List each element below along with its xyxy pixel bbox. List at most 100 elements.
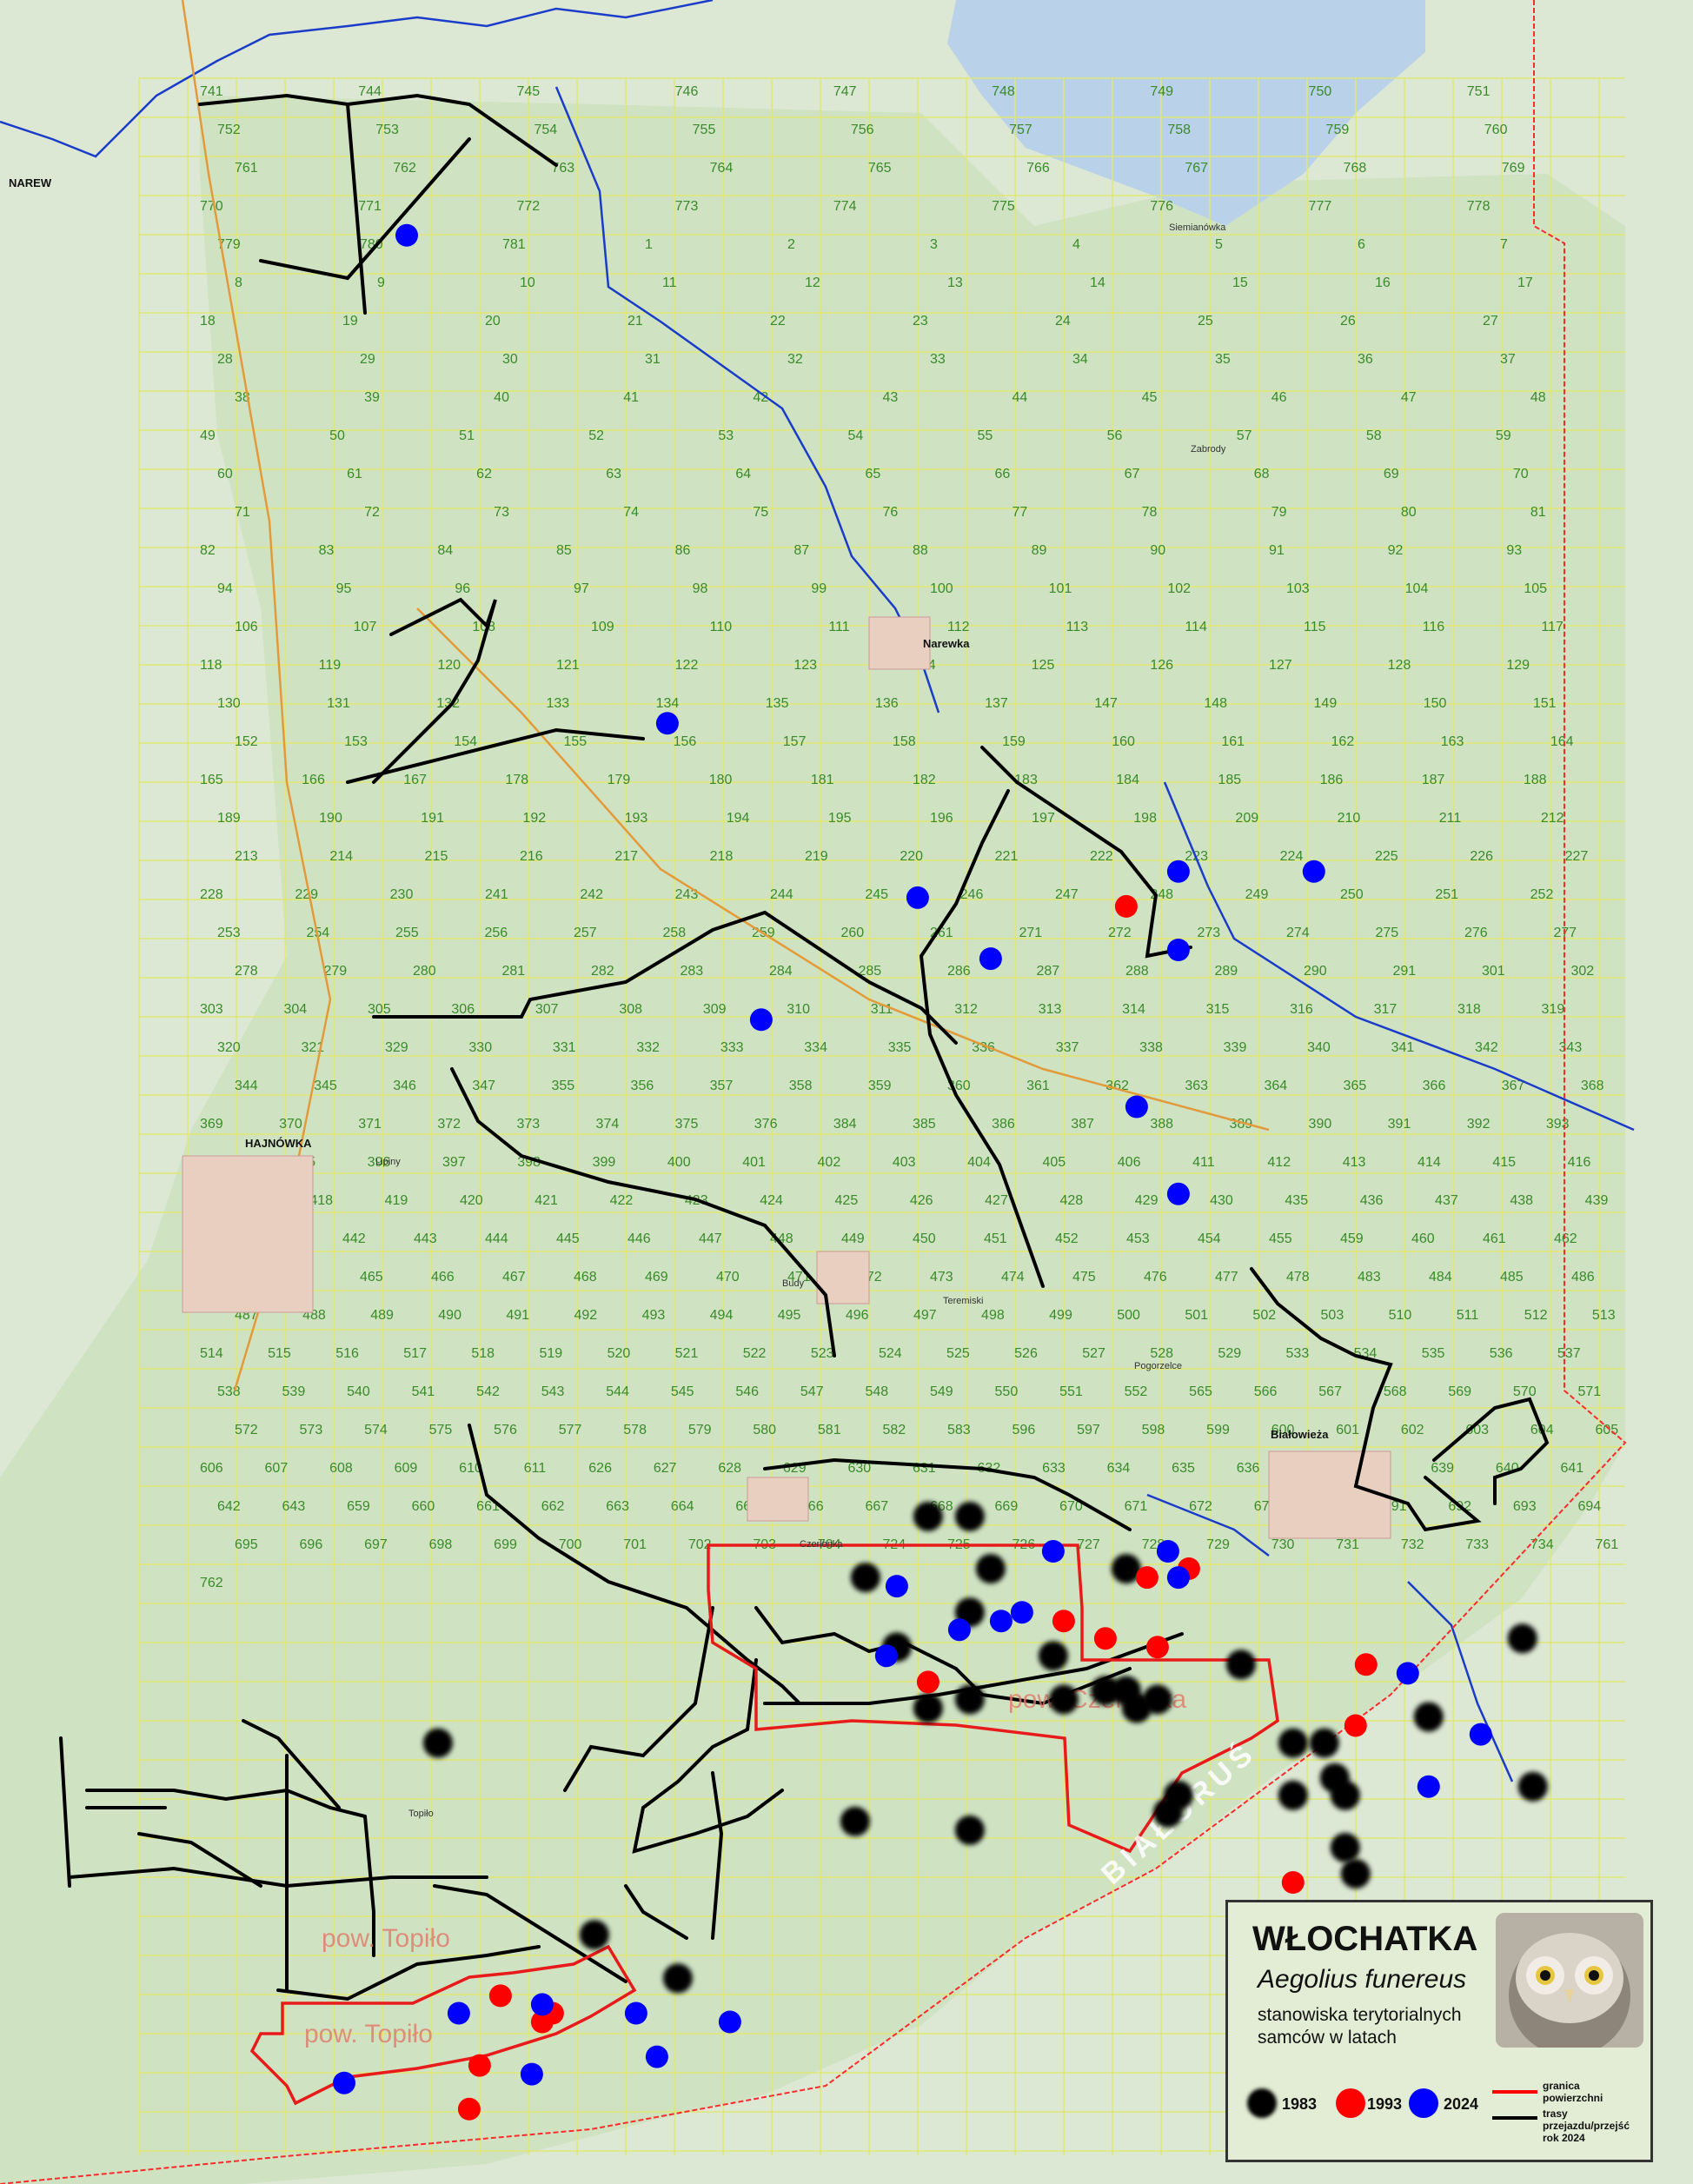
record-point-1983 xyxy=(1330,1832,1360,1862)
compartment-number: 245 xyxy=(865,887,888,902)
compartment-number: 752 xyxy=(217,123,241,137)
record-point-2024 xyxy=(874,1644,898,1668)
compartment-number: 312 xyxy=(954,1002,978,1017)
compartment-number: 764 xyxy=(710,161,734,176)
compartment-number: 667 xyxy=(865,1499,888,1514)
compartment-number: 511 xyxy=(1457,1308,1479,1323)
compartment-number: 474 xyxy=(1001,1270,1025,1285)
compartment-number: 628 xyxy=(718,1461,741,1476)
compartment-number: 97 xyxy=(574,581,589,596)
compartment-number: 366 xyxy=(1423,1079,1446,1093)
compartment-number: 347 xyxy=(472,1079,495,1093)
compartment-number: 134 xyxy=(656,696,680,711)
compartment-number: 197 xyxy=(1032,811,1055,826)
compartment-number: 158 xyxy=(893,734,916,749)
compartment-number: 470 xyxy=(716,1270,740,1285)
compartment-number: 546 xyxy=(735,1384,759,1399)
record-point-1993 xyxy=(1114,894,1138,918)
record-point-2024 xyxy=(749,1008,773,1032)
compartment-number: 249 xyxy=(1245,887,1269,902)
compartment-number: 341 xyxy=(1391,1040,1415,1055)
compartment-number: 494 xyxy=(710,1308,734,1323)
compartment-number: 96 xyxy=(455,581,470,596)
compartment-number: 35 xyxy=(1215,352,1231,367)
compartment-number: 605 xyxy=(1595,1423,1618,1437)
compartment-number: 255 xyxy=(395,926,419,940)
compartment-number: 346 xyxy=(393,1079,416,1093)
compartment-number: 662 xyxy=(541,1499,565,1514)
compartment-number: 95 xyxy=(336,581,352,596)
compartment-number: 453 xyxy=(1126,1231,1150,1246)
compartment-number: 385 xyxy=(913,1117,936,1132)
compartment-number: 112 xyxy=(947,620,970,634)
record-point-1993 xyxy=(1052,1610,1075,1633)
compartment-number: 216 xyxy=(520,849,543,864)
compartment-number: 250 xyxy=(1340,887,1364,902)
compartment-number: 272 xyxy=(1108,926,1132,940)
compartment-number: 147 xyxy=(1094,696,1118,711)
place-label: Pogorzelce xyxy=(1134,1361,1182,1371)
compartment-number: 3 xyxy=(930,237,938,252)
legend-route-label: trasy przejazdu/przejść rok 2024 xyxy=(1543,2108,1630,2144)
compartment-number: 19 xyxy=(342,314,358,329)
record-point-1983 xyxy=(1517,1771,1548,1802)
compartment-number: 121 xyxy=(556,658,580,673)
compartment-number: 304 xyxy=(283,1002,307,1017)
compartment-number: 573 xyxy=(300,1423,323,1437)
place-label: Budy xyxy=(782,1278,805,1289)
compartment-number: 290 xyxy=(1304,964,1327,979)
compartment-number: 355 xyxy=(551,1079,574,1093)
compartment-number: 643 xyxy=(282,1499,306,1514)
compartment-number: 39 xyxy=(364,390,380,405)
compartment-number: 179 xyxy=(607,773,631,787)
compartment-number: 316 xyxy=(1290,1002,1313,1017)
compartment-number: 11 xyxy=(662,275,677,290)
compartment-number: 454 xyxy=(1198,1231,1221,1246)
compartment-number: 260 xyxy=(841,926,865,940)
compartment-number: 127 xyxy=(1269,658,1292,673)
compartment-number: 110 xyxy=(710,620,733,634)
compartment-number: 747 xyxy=(833,84,857,99)
compartment-number: 313 xyxy=(1039,1002,1062,1017)
compartment-number: 513 xyxy=(1592,1308,1616,1323)
compartment-number: 761 xyxy=(235,161,258,176)
compartment-number: 577 xyxy=(559,1423,582,1437)
compartment-number: 198 xyxy=(1133,811,1157,826)
compartment-number: 548 xyxy=(865,1384,888,1399)
compartment-number: 27 xyxy=(1483,314,1498,329)
legend-year-1993: 1993 xyxy=(1367,2095,1403,2113)
compartment-number: 525 xyxy=(946,1346,970,1361)
compartment-number: 307 xyxy=(535,1002,559,1017)
compartment-number: 388 xyxy=(1150,1117,1173,1132)
compartment-number: 369 xyxy=(200,1117,223,1132)
compartment-number: 375 xyxy=(675,1117,699,1132)
record-point-1993 xyxy=(457,2097,481,2121)
compartment-number: 87 xyxy=(793,543,809,558)
compartment-number: 528 xyxy=(1150,1346,1173,1361)
record-point-2024 xyxy=(1396,1662,1419,1685)
record-point-1983 xyxy=(1278,1780,1308,1810)
compartment-number: 544 xyxy=(606,1384,629,1399)
compartment-number: 627 xyxy=(654,1461,677,1476)
record-point-2024 xyxy=(718,2010,741,2034)
compartment-number: 489 xyxy=(370,1308,394,1323)
compartment-number: 415 xyxy=(1492,1155,1516,1170)
compartment-number: 695 xyxy=(235,1537,258,1552)
record-point-1983 xyxy=(1048,1684,1079,1715)
compartment-number: 181 xyxy=(811,773,834,787)
compartment-number: 159 xyxy=(1002,734,1026,749)
compartment-number: 187 xyxy=(1422,773,1445,787)
compartment-number: 693 xyxy=(1513,1499,1537,1514)
compartment-number: 71 xyxy=(235,505,250,520)
compartment-number: 641 xyxy=(1560,1461,1583,1476)
compartment-number: 106 xyxy=(235,620,258,634)
compartment-number: 611 xyxy=(524,1461,547,1476)
compartment-number: 289 xyxy=(1215,964,1238,979)
compartment-number: 70 xyxy=(1513,467,1529,481)
place-label: Czerlonka xyxy=(800,1539,843,1550)
compartment-number: 280 xyxy=(413,964,436,979)
compartment-number: 750 xyxy=(1309,84,1332,99)
compartment-number: 166 xyxy=(302,773,325,787)
compartment-number: 54 xyxy=(847,428,863,443)
compartment-number: 100 xyxy=(930,581,953,596)
